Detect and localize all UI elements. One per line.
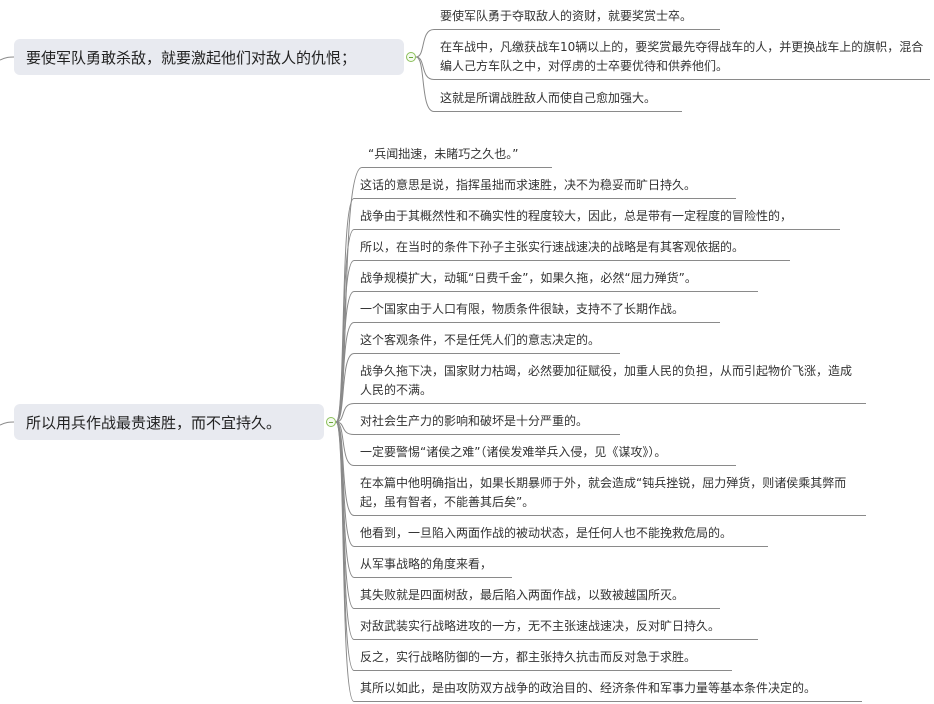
branch-connector	[335, 421, 355, 516]
leaf-node[interactable]: 要使军队勇于夺取敌人的资财，就要奖赏士卒。	[434, 4, 720, 30]
leaf-node[interactable]: 在车战中，凡缴获战车10辆以上的，要奖赏最先夺得战车的人，并更换战车上的旗帜，混…	[434, 35, 930, 80]
leaf-node[interactable]: 这话的意思是说，指挥虽拙而求速胜，决不为稳妥而旷日持久。	[354, 173, 736, 199]
collapse-toggle-icon[interactable]	[406, 52, 416, 62]
topic-hatred-motivation[interactable]: 要使军队勇敢杀敌，就要激起他们对敌人的仇恨；	[14, 39, 404, 75]
branch-connector	[415, 56, 435, 112]
leaf-node[interactable]: 一个国家由于人口有限，物质条件很缺，支持不了长期作战。	[354, 297, 720, 323]
leaf-node[interactable]: 一定要警惕“诸侯之难”（诸侯发难举兵入侵，见《谋攻》）。	[354, 440, 736, 466]
leaf-node[interactable]: 其失败就是四面树敌，最后陷入两面作战，以致被越国所灭。	[354, 583, 720, 609]
leaf-node[interactable]: 对社会生产力的影响和破坏是十分严重的。	[354, 409, 620, 435]
leaf-node[interactable]: 他看到，一旦陷入两面作战的被动状态，是任何人也不能挽救危局的。	[354, 521, 768, 547]
leaf-node[interactable]: 这就是所谓战胜敌人而使自己愈加强大。	[434, 86, 682, 112]
branch-connector	[415, 29, 435, 58]
root-connector	[0, 56, 15, 61]
branch-connector	[415, 56, 435, 80]
leaf-node[interactable]: 其所以如此，是由攻防双方战争的政治目的、经济条件和军事力量等基本条件决定的。	[354, 676, 862, 702]
leaf-node[interactable]: 战争规模扩大，动辄“日费千金”，如果久拖，必然“屈力殚货”。	[354, 266, 758, 292]
leaf-node[interactable]: 从军事战略的角度来看，	[354, 552, 512, 578]
topic-label: 要使军队勇敢杀敌，就要激起他们对敌人的仇恨；	[26, 48, 357, 67]
collapse-toggle-icon[interactable]	[326, 417, 336, 427]
topic-speed-victory[interactable]: 所以用兵作战最贵速胜，而不宜持久。	[14, 404, 324, 440]
leaf-node[interactable]: 所以，在当时的条件下孙子主张实行速战速决的战略是有其客观依据的。	[354, 235, 790, 261]
leaf-node[interactable]: 反之，实行战略防御的一方，都主张持久抗击而反对急于求胜。	[354, 645, 732, 671]
leaf-node[interactable]: 对敌武装实行战略进攻的一方，无不主张速战速决，反对旷日持久。	[354, 614, 758, 640]
root-connector	[0, 421, 15, 426]
topic-label: 所以用兵作战最贵速胜，而不宜持久。	[26, 413, 282, 432]
leaf-node[interactable]: 战争由于其概然性和不确实性的程度较大，因此，总是带有一定程度的冒险性的，	[354, 204, 840, 230]
leaf-node[interactable]: 这个客观条件，不是任凭人们的意志决定的。	[354, 328, 620, 354]
leaf-node[interactable]: 战争久拖下决，国家财力枯竭，必然要加征赋役，加重人民的负担，从而引起物价飞涨，造…	[354, 359, 866, 404]
leaf-node[interactable]: “兵闻拙速，未睹巧之久也。”	[362, 142, 552, 168]
leaf-node[interactable]: 在本篇中他明确指出，如果长期暴师于外，就会造成“钝兵挫锐，屈力殚货，则诸侯乘其弊…	[354, 471, 866, 516]
